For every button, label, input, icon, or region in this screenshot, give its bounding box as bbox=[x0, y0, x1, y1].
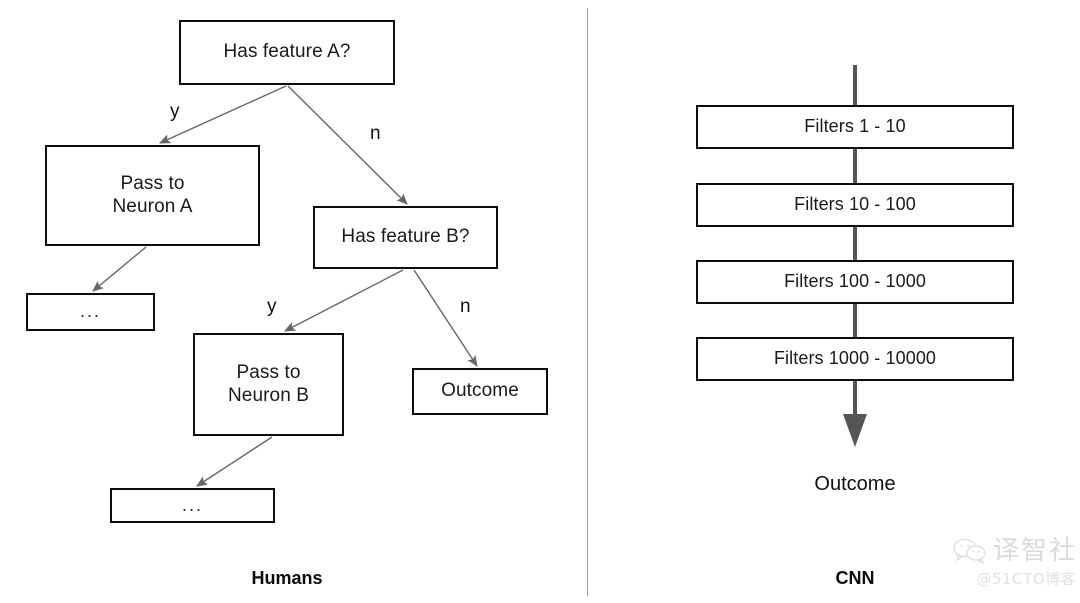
node-ellipsis-a[interactable]: ... bbox=[26, 293, 155, 331]
node-pass-to-neuron-a[interactable]: Pass to Neuron A bbox=[45, 145, 260, 246]
node-label: Has feature A? bbox=[223, 41, 351, 63]
node-has-feature-a[interactable]: Has feature A? bbox=[179, 20, 395, 85]
node-pass-to-neuron-b[interactable]: Pass to Neuron B bbox=[193, 333, 344, 436]
watermark-handle: @51CTO博客 bbox=[976, 569, 1076, 588]
node-label: Pass to Neuron A bbox=[112, 173, 193, 217]
edge-neuron-a-to-dots bbox=[92, 246, 147, 292]
node-outcome[interactable]: Outcome bbox=[412, 368, 548, 415]
node-has-feature-b[interactable]: Has feature B? bbox=[313, 206, 498, 269]
edge-label-b-no: n bbox=[460, 296, 471, 317]
edge-feature-b-to-outcome bbox=[413, 269, 478, 367]
cnn-layer-label: Filters 1 - 10 bbox=[804, 116, 906, 137]
watermark-brand-row: 译智社 bbox=[953, 538, 1077, 564]
cnn-outcome-label: Outcome bbox=[814, 473, 896, 495]
edge-label-b-yes: y bbox=[267, 296, 277, 317]
node-label: Pass to Neuron B bbox=[227, 362, 310, 406]
edge-feature-b-to-neuron-b bbox=[284, 269, 404, 332]
cnn-layer-label: Filters 1000 - 10000 bbox=[773, 348, 937, 369]
edge-label-a-no: n bbox=[370, 123, 381, 144]
node-label: ... bbox=[79, 301, 101, 322]
cnn-layer-label: Filters 10 - 100 bbox=[794, 194, 916, 215]
node-ellipsis-b[interactable]: ... bbox=[110, 488, 275, 523]
watermark-brand: 译智社 bbox=[992, 535, 1077, 566]
cnn-trunk-arrowhead bbox=[843, 414, 867, 447]
node-label: Outcome bbox=[441, 380, 519, 402]
node-label: ... bbox=[181, 494, 203, 515]
cnn-layer-label: Filters 100 - 1000 bbox=[784, 271, 926, 292]
caption-humans: Humans bbox=[251, 568, 323, 588]
node-label: Has feature B? bbox=[341, 226, 470, 248]
edge-root-to-feature-b bbox=[287, 85, 408, 205]
cnn-layer-filters-100-1000[interactable]: Filters 100 - 1000 bbox=[696, 260, 1014, 304]
edge-neuron-b-to-dots bbox=[196, 436, 273, 487]
caption-cnn: CNN bbox=[835, 568, 875, 588]
cnn-layer-filters-1000-10000[interactable]: Filters 1000 - 10000 bbox=[696, 337, 1014, 381]
diagram-canvas: Has feature A? Pass to Neuron A Has feat… bbox=[0, 0, 1080, 603]
cnn-layer-filters-10-100[interactable]: Filters 10 - 100 bbox=[696, 183, 1014, 227]
cnn-layer-filters-1-10[interactable]: Filters 1 - 10 bbox=[696, 105, 1014, 149]
panel-divider bbox=[587, 8, 588, 596]
edge-label-a-yes: y bbox=[170, 101, 180, 122]
wechat-icon bbox=[953, 538, 986, 564]
